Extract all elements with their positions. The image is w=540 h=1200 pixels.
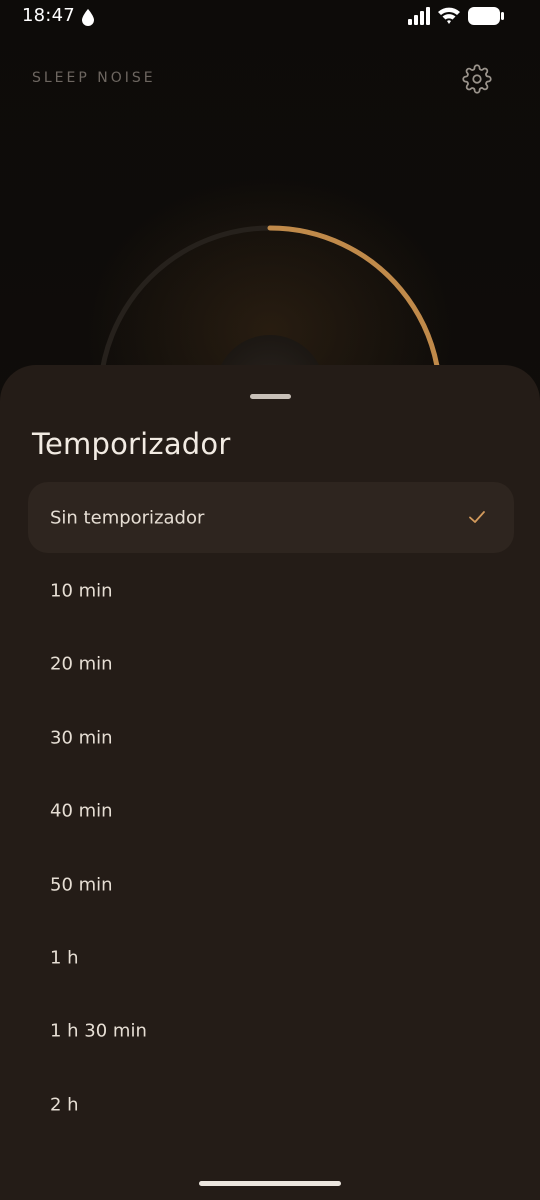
home-indicator[interactable] <box>199 1181 341 1186</box>
drop-icon <box>81 8 95 30</box>
settings-button[interactable] <box>462 64 492 94</box>
timer-option-30min[interactable]: 30 min <box>28 702 514 773</box>
timer-option-1h[interactable]: 1 h <box>28 922 514 993</box>
sheet-drag-handle[interactable] <box>250 394 291 399</box>
timer-bottom-sheet: Temporizador Sin temporizador 10 min 20 … <box>0 365 540 1200</box>
timer-option-2h[interactable]: 2 h <box>28 1069 514 1140</box>
option-label: 2 h <box>50 1094 79 1115</box>
signal-icon <box>407 7 431 29</box>
option-label: 40 min <box>50 800 113 821</box>
option-label: 1 h <box>50 947 79 968</box>
wifi-icon <box>437 5 461 29</box>
timer-option-none[interactable]: Sin temporizador <box>28 482 514 553</box>
timer-option-1h30[interactable]: 1 h 30 min <box>28 995 514 1066</box>
gear-icon <box>462 64 492 94</box>
sheet-title: Temporizador <box>32 427 231 461</box>
option-label: 50 min <box>50 874 113 895</box>
option-label: 1 h 30 min <box>50 1020 147 1041</box>
app-title: SLEEP NOISE <box>32 70 156 86</box>
option-label: 10 min <box>50 580 113 601</box>
timer-option-20min[interactable]: 20 min <box>28 628 514 699</box>
option-label: 30 min <box>50 727 113 748</box>
option-label: Sin temporizador <box>50 507 205 528</box>
status-bar: 18:47 <box>0 0 540 34</box>
battery-icon <box>467 6 505 30</box>
status-time: 18:47 <box>22 5 75 26</box>
timer-option-50min[interactable]: 50 min <box>28 849 514 920</box>
timer-option-10min[interactable]: 10 min <box>28 555 514 626</box>
option-label: 20 min <box>50 653 113 674</box>
timer-option-40min[interactable]: 40 min <box>28 775 514 846</box>
check-icon <box>469 511 485 523</box>
